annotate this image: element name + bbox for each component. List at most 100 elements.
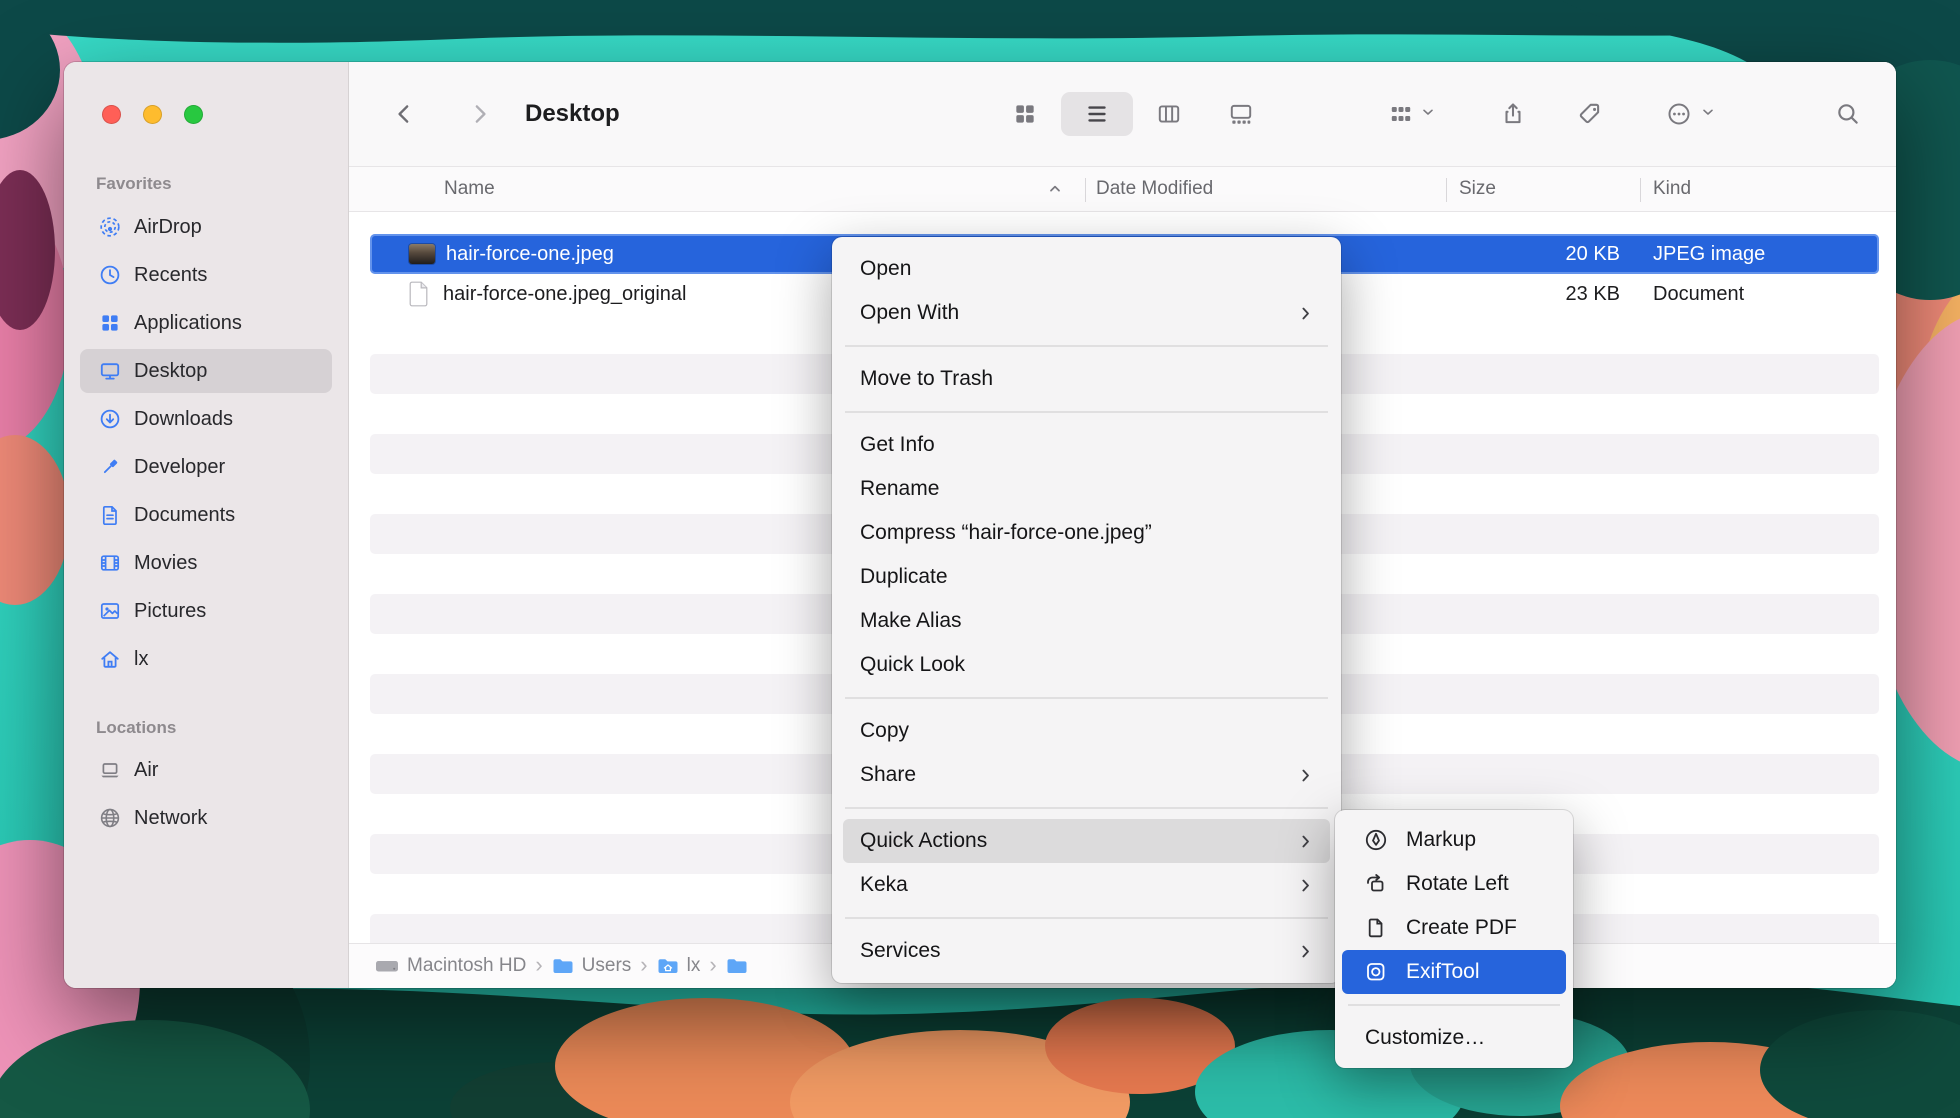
photo-icon [99, 600, 121, 622]
sidebar-item-lx[interactable]: lx [80, 637, 332, 681]
markup-icon [1364, 828, 1388, 852]
chevron-right-icon [1297, 767, 1314, 784]
exiftool-icon [1364, 960, 1388, 984]
list-column-headers: Name Date Modified Size Kind [349, 166, 1896, 212]
submenu-item-rotate-left[interactable]: Rotate Left [1342, 862, 1566, 906]
menu-item-quick-actions[interactable]: Quick Actions [843, 819, 1330, 863]
laptop-icon [99, 759, 121, 781]
share-button[interactable] [1491, 92, 1535, 136]
icon-view-button[interactable] [989, 92, 1061, 136]
path-segment-current-folder[interactable] [726, 957, 756, 975]
zoom-button[interactable] [184, 105, 203, 124]
clock-icon [99, 264, 121, 286]
sidebar-item-label: Desktop [134, 360, 207, 383]
menu-item-make-alias[interactable]: Make Alias [843, 599, 1330, 643]
menu-item-keka[interactable]: Keka [843, 863, 1330, 907]
sidebar-item-recents[interactable]: Recents [80, 253, 332, 297]
search-button[interactable] [1826, 92, 1870, 136]
applications-grid-icon [99, 312, 121, 334]
sidebar-item-label: Movies [134, 552, 197, 575]
sidebar-item-network[interactable]: Network [80, 796, 332, 840]
document-icon [99, 504, 121, 526]
sidebar-item-applications[interactable]: Applications [80, 301, 332, 345]
tag-button[interactable] [1568, 92, 1612, 136]
sidebar-item-movies[interactable]: Movies [80, 541, 332, 585]
sidebar-item-label: Pictures [134, 600, 206, 623]
gallery-view-button[interactable] [1205, 92, 1277, 136]
file-name: hair-force-one.jpeg [446, 243, 614, 266]
back-button[interactable] [385, 92, 425, 136]
sidebar-item-air[interactable]: Air [80, 748, 332, 792]
submenu-item-create-pdf[interactable]: Create PDF [1342, 906, 1566, 950]
list-view-button[interactable] [1061, 92, 1133, 136]
column-view-button[interactable] [1133, 92, 1205, 136]
sidebar-favorites-list: AirDrop Recents Applications Desktop Dow… [80, 205, 332, 685]
submenu-item-exiftool[interactable]: ExifTool [1342, 950, 1566, 994]
file-size: 20 KB [1446, 243, 1640, 266]
sidebar: Favorites AirDrop Recents Applications D… [64, 62, 349, 988]
sidebar-item-label: Documents [134, 504, 235, 527]
close-button[interactable] [102, 105, 121, 124]
folder-icon [726, 957, 748, 975]
downloads-icon [99, 408, 121, 430]
file-name: hair-force-one.jpeg_original [443, 283, 686, 306]
column-header-kind[interactable]: Kind [1640, 167, 1896, 211]
sidebar-item-downloads[interactable]: Downloads [80, 397, 332, 441]
sidebar-item-desktop[interactable]: Desktop [80, 349, 332, 393]
path-segment-macintosh-hd[interactable]: Macintosh HD [375, 955, 526, 977]
sidebar-item-label: lx [134, 648, 148, 671]
image-thumbnail [409, 244, 435, 264]
airdrop-icon [99, 216, 121, 238]
sidebar-item-label: AirDrop [134, 216, 202, 239]
desktop: Favorites AirDrop Recents Applications D… [0, 0, 1960, 1118]
sidebar-item-airdrop[interactable]: AirDrop [80, 205, 332, 249]
menu-separator [845, 917, 1328, 919]
quick-actions-submenu: Markup Rotate Left Create PDF ExifTool C… [1335, 810, 1573, 1068]
menu-item-copy[interactable]: Copy [843, 709, 1330, 753]
sidebar-item-pictures[interactable]: Pictures [80, 589, 332, 633]
sidebar-item-label: Recents [134, 264, 207, 287]
menu-item-share[interactable]: Share [843, 753, 1330, 797]
more-actions-button[interactable] [1651, 92, 1731, 136]
sidebar-item-developer[interactable]: Developer [80, 445, 332, 489]
home-folder-icon [657, 957, 679, 975]
minimize-button[interactable] [143, 105, 162, 124]
menu-item-move-to-trash[interactable]: Move to Trash [843, 357, 1330, 401]
column-header-name[interactable]: Name [349, 167, 1085, 211]
path-segment-users[interactable]: Users [552, 955, 632, 977]
submenu-item-customize[interactable]: Customize… [1342, 1016, 1566, 1060]
menu-item-get-info[interactable]: Get Info [843, 423, 1330, 467]
sidebar-item-documents[interactable]: Documents [80, 493, 332, 537]
submenu-item-markup[interactable]: Markup [1342, 818, 1566, 862]
menu-item-open[interactable]: Open [843, 247, 1330, 291]
column-header-size[interactable]: Size [1446, 167, 1640, 211]
menu-item-rename[interactable]: Rename [843, 467, 1330, 511]
path-segment-lx[interactable]: lx [657, 955, 701, 977]
chevron-right-icon: › [535, 954, 542, 979]
column-header-date-modified[interactable]: Date Modified [1085, 167, 1446, 211]
sidebar-item-label: Air [134, 759, 158, 782]
menu-separator [845, 345, 1328, 347]
home-icon [99, 648, 121, 670]
forward-button[interactable] [459, 92, 499, 136]
film-icon [99, 552, 121, 574]
traffic-lights [102, 105, 203, 124]
chevron-right-icon [1297, 877, 1314, 894]
sidebar-item-label: Applications [134, 312, 242, 335]
sidebar-item-label: Network [134, 807, 207, 830]
sidebar-item-label: Downloads [134, 408, 233, 431]
folder-icon [552, 957, 574, 975]
menu-separator [845, 807, 1328, 809]
menu-item-services[interactable]: Services [843, 929, 1330, 973]
menu-separator [845, 411, 1328, 413]
sidebar-section-locations: Locations [96, 718, 176, 738]
sidebar-item-label: Developer [134, 456, 225, 479]
menu-separator [1348, 1004, 1560, 1006]
menu-item-quick-look[interactable]: Quick Look [843, 643, 1330, 687]
menu-item-compress[interactable]: Compress “hair-force-one.jpeg” [843, 511, 1330, 555]
group-button[interactable] [1377, 92, 1447, 136]
chevron-right-icon: › [640, 954, 647, 979]
menu-item-duplicate[interactable]: Duplicate [843, 555, 1330, 599]
menu-item-open-with[interactable]: Open With [843, 291, 1330, 335]
sort-ascending-icon [1047, 181, 1063, 197]
